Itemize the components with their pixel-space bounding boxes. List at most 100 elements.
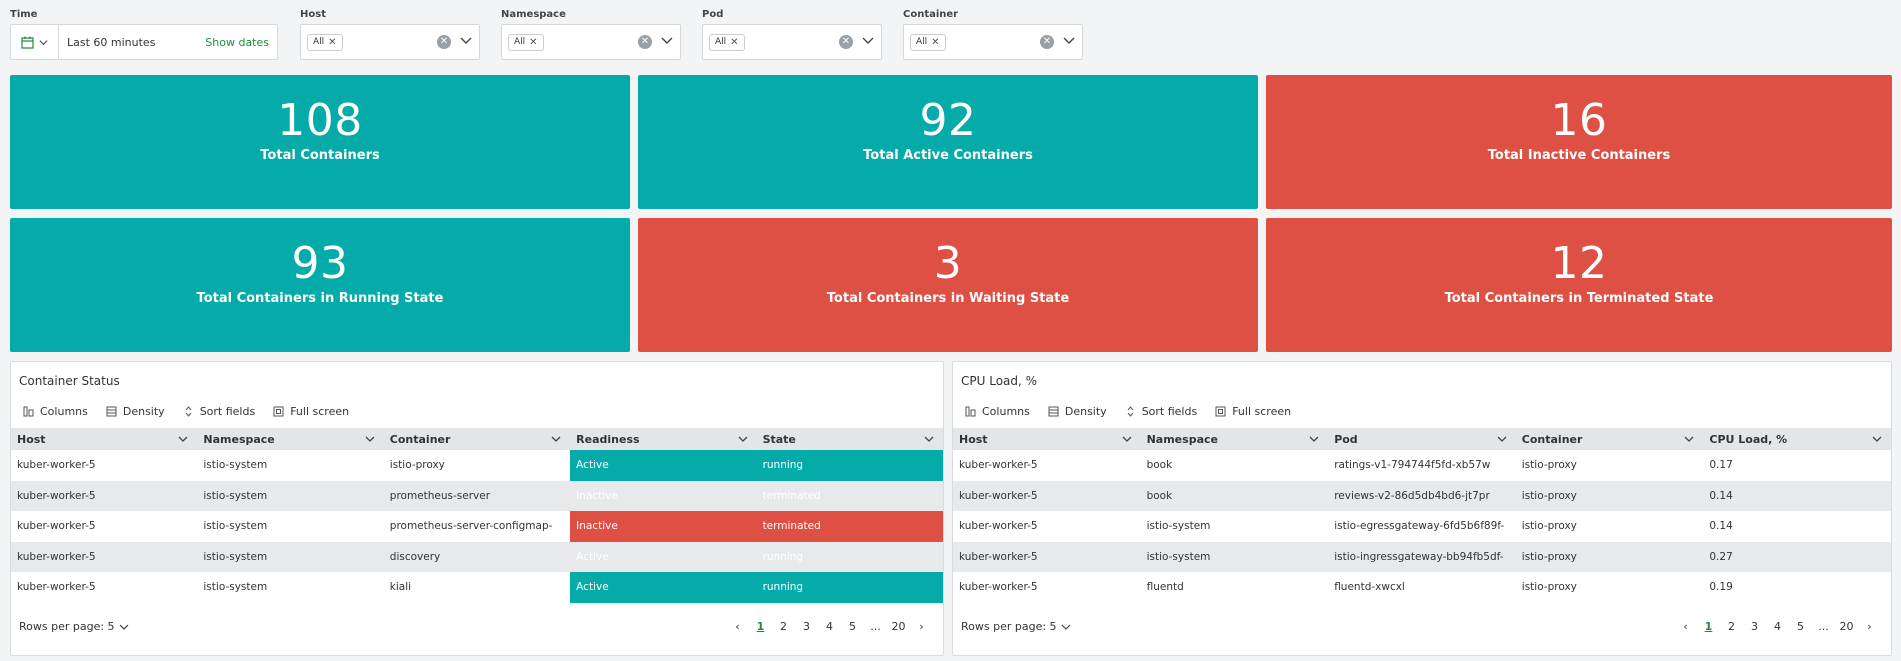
chevron-down-icon[interactable]	[923, 433, 935, 445]
cell-container: prometheus-server	[383, 480, 571, 511]
header-label: Container	[1521, 432, 1583, 446]
table-row[interactable]: kuber-worker-5 istio-system prometheus-s…	[11, 480, 943, 511]
chevron-down-icon[interactable]	[459, 33, 473, 47]
cell-state: terminated	[756, 511, 943, 542]
chevron-down-icon[interactable]	[737, 433, 749, 445]
cell-readiness: Active	[570, 572, 757, 603]
columns-button[interactable]: Columns	[23, 405, 88, 418]
remove-tag-icon[interactable]: ✕	[328, 37, 336, 48]
table-row[interactable]: kuber-worker-5 book reviews-v2-86d5db4bd…	[953, 480, 1891, 511]
host-multiselect[interactable]: All ✕ ✕	[300, 24, 480, 60]
namespace-filter-label: Namespace	[501, 9, 566, 20]
chevron-down-icon[interactable]	[1871, 433, 1883, 445]
page-button[interactable]: 1	[749, 620, 772, 633]
time-range-value: Last 60 minutes	[67, 35, 156, 49]
column-header-pod[interactable]: Pod	[1328, 428, 1516, 450]
page-button[interactable]: 2	[1720, 620, 1743, 633]
table-row[interactable]: kuber-worker-5 istio-system istio-ingres…	[953, 541, 1891, 572]
cell-namespace: istio-system	[1140, 541, 1329, 572]
cell-state: running	[756, 450, 943, 481]
column-header-namespace[interactable]: Namespace	[197, 428, 384, 450]
calendar-toggle[interactable]	[11, 25, 59, 59]
page-button[interactable]: 20	[1835, 620, 1858, 633]
fullscreen-icon	[1215, 406, 1226, 417]
clear-icon[interactable]: ✕	[1040, 35, 1054, 49]
column-header-container[interactable]: Container	[383, 428, 571, 450]
page-button[interactable]: 4	[818, 620, 841, 633]
chevron-down-icon[interactable]	[177, 433, 189, 445]
header-label: Namespace	[203, 432, 275, 446]
table-row[interactable]: kuber-worker-5 istio-system discovery Ac…	[11, 541, 943, 572]
cell-readiness: Inactive	[570, 511, 757, 542]
column-header-state[interactable]: State	[756, 428, 943, 450]
cell-namespace: fluentd	[1146, 581, 1184, 594]
chevron-down-icon[interactable]	[1121, 433, 1133, 445]
time-range-picker[interactable]: Last 60 minutes Show dates	[10, 24, 278, 60]
rows-per-page-select[interactable]: Rows per page: 5	[961, 620, 1071, 633]
page-button[interactable]: 1	[1697, 620, 1720, 633]
stat-tile-waiting-state: 3 Total Containers in Waiting State	[638, 218, 1258, 352]
next-page-icon[interactable]: ›	[910, 620, 933, 633]
header-label: Container	[389, 432, 451, 446]
page-button[interactable]: 5	[841, 620, 864, 633]
sort-fields-label: Sort fields	[1141, 405, 1198, 418]
table-row[interactable]: kuber-worker-5 istio-system istio-egress…	[953, 511, 1891, 542]
page-button[interactable]: 3	[1743, 620, 1766, 633]
rows-per-page-select[interactable]: Rows per page: 5	[19, 620, 129, 633]
container-multiselect[interactable]: All ✕ ✕	[903, 24, 1083, 60]
clear-icon[interactable]: ✕	[839, 35, 853, 49]
stat-value: 92	[919, 95, 977, 146]
table-row[interactable]: kuber-worker-5 book ratings-v1-794744f5f…	[953, 450, 1891, 481]
column-header-container[interactable]: Container	[1515, 428, 1704, 450]
page-button[interactable]: 20	[887, 620, 910, 633]
chevron-down-icon[interactable]	[550, 433, 562, 445]
page-button[interactable]: 4	[1766, 620, 1789, 633]
table-row[interactable]: kuber-worker-5 fluentd fluentd-xwcxl ist…	[953, 572, 1891, 603]
cell-cpu-load: 0.14	[1703, 480, 1891, 511]
sort-fields-button[interactable]: Sort fields	[1125, 405, 1198, 418]
prev-page-icon[interactable]: ‹	[1674, 620, 1697, 633]
show-dates-link[interactable]: Show dates	[205, 36, 269, 49]
density-button[interactable]: Density	[1048, 405, 1107, 418]
header-label: State	[762, 432, 796, 446]
column-header-host[interactable]: Host	[953, 428, 1141, 450]
prev-page-icon[interactable]: ‹	[726, 620, 749, 633]
table-row[interactable]: kuber-worker-5 istio-system istio-proxy …	[11, 450, 943, 481]
table-row[interactable]: kuber-worker-5 istio-system prometheus-s…	[11, 511, 943, 542]
chevron-down-icon[interactable]	[861, 33, 875, 47]
chevron-down-icon[interactable]	[1683, 433, 1695, 445]
full-screen-button[interactable]: Full screen	[273, 405, 349, 418]
page-button[interactable]: 3	[795, 620, 818, 633]
namespace-multiselect[interactable]: All ✕ ✕	[501, 24, 681, 60]
pagination: ‹ 1 2 3 4 5 ... 20 ›	[726, 620, 933, 633]
column-header-namespace[interactable]: Namespace	[1140, 428, 1329, 450]
column-header-cpu-load[interactable]: CPU Load, %	[1703, 428, 1891, 450]
chevron-down-icon	[119, 624, 128, 630]
clear-icon[interactable]: ✕	[437, 35, 451, 49]
chevron-down-icon[interactable]	[660, 33, 674, 47]
next-page-icon[interactable]: ›	[1858, 620, 1881, 633]
page-button[interactable]: 2	[772, 620, 795, 633]
chevron-down-icon[interactable]	[1496, 433, 1508, 445]
table-row[interactable]: kuber-worker-5 istio-system kiali Active…	[11, 572, 943, 603]
column-header-host[interactable]: Host	[11, 428, 198, 450]
container-status-table: Host Namespace Container Readiness State…	[11, 428, 943, 603]
columns-label: Columns	[982, 405, 1030, 418]
remove-tag-icon[interactable]: ✕	[730, 37, 738, 48]
sort-fields-button[interactable]: Sort fields	[183, 405, 255, 418]
chevron-down-icon[interactable]	[1308, 433, 1320, 445]
cell-cpu-load: 0.17	[1709, 459, 1733, 472]
clear-icon[interactable]: ✕	[638, 35, 652, 49]
density-button[interactable]: Density	[106, 405, 165, 418]
cpu-load-table: Host Namespace Pod Container CPU Load, %…	[953, 428, 1891, 603]
pod-multiselect[interactable]: All ✕ ✕	[702, 24, 882, 60]
columns-button[interactable]: Columns	[965, 405, 1030, 418]
page-button[interactable]: 5	[1789, 620, 1812, 633]
column-header-readiness[interactable]: Readiness	[570, 428, 757, 450]
remove-tag-icon[interactable]: ✕	[529, 37, 537, 48]
chevron-down-icon[interactable]	[364, 433, 376, 445]
full-screen-button[interactable]: Full screen	[1215, 405, 1291, 418]
remove-tag-icon[interactable]: ✕	[931, 37, 939, 48]
density-icon	[106, 406, 117, 417]
chevron-down-icon[interactable]	[1062, 33, 1076, 47]
